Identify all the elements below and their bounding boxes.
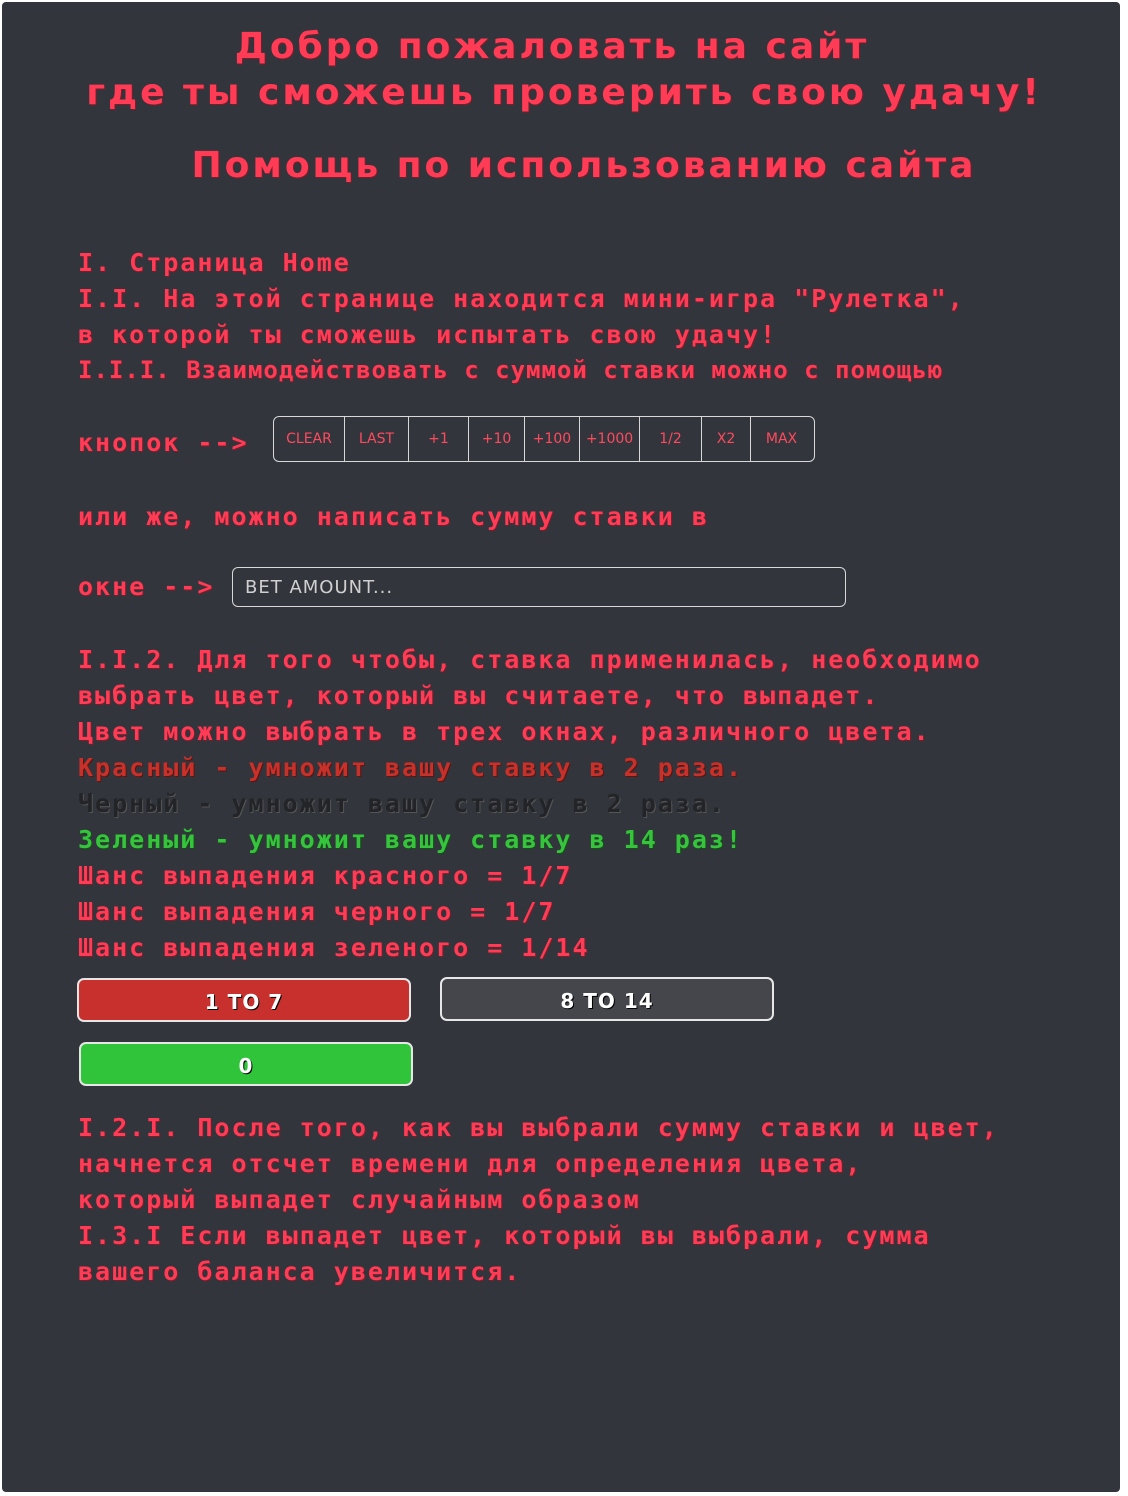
section-1-1-2-line-3: Цвет можно выбрать в трех окнах, различн… [78, 717, 931, 746]
plus-100-button[interactable]: +100 [525, 417, 580, 461]
plus-10-button[interactable]: +10 [469, 417, 525, 461]
section-1-3-1-line-2: вашего баланса увеличится. [78, 1257, 522, 1286]
green-multiplier-line: Зеленый - умножит вашу ставку в 14 раз! [78, 825, 743, 854]
bet-black-button[interactable]: 8 TO 14 [440, 977, 774, 1021]
window-prefix-label: окне --> [78, 572, 215, 601]
plus-1000-button[interactable]: +1000 [580, 417, 640, 461]
bet-amount-input[interactable] [232, 567, 846, 607]
welcome-title: Добро пожаловать на сайт [234, 26, 870, 67]
section-1-2-1-line-2: начнется отсчет времени для определения … [78, 1149, 863, 1178]
section-1-2-1-line-1: I.2.I. После того, как вы выбрали сумму … [78, 1113, 999, 1142]
black-multiplier-line: Черный - умножит вашу ставку в 2 раза. [78, 789, 726, 818]
chance-green-line: Шанс выпадения зеленого = 1/14 [78, 933, 590, 962]
section-1-2-1-line-3: который выпадет случайным образом [78, 1185, 641, 1214]
red-multiplier-line: Красный - умножит вашу ставку в 2 раза. [78, 753, 743, 782]
max-button[interactable]: MAX [751, 417, 812, 461]
bet-buttons-group: CLEAR LAST +1 +10 +100 +1000 1/2 X2 MAX [273, 416, 815, 462]
chance-red-line: Шанс выпадения красного = 1/7 [78, 861, 573, 890]
chance-black-line: Шанс выпадения черного = 1/7 [78, 897, 556, 926]
section-1-1-2-line-2: выбрать цвет, который вы считаете, что в… [78, 681, 880, 710]
section-1-1-line-1: I.I. На этой странице находится мини-игр… [78, 284, 965, 313]
half-button[interactable]: 1/2 [640, 417, 702, 461]
or-write-line: или же, можно написать сумму ставки в [78, 502, 709, 531]
bet-red-button[interactable]: 1 TO 7 [77, 978, 411, 1022]
buttons-prefix-label: кнопок --> [78, 428, 249, 457]
help-title: Помощь по использованию сайта [191, 145, 977, 186]
section-1-1-2-line-1: I.I.2. Для того чтобы, ставка применилас… [78, 645, 982, 674]
double-button[interactable]: X2 [702, 417, 751, 461]
section-1-1-line-2: в которой ты сможешь испытать свою удачу… [78, 320, 778, 349]
last-button[interactable]: LAST [345, 417, 409, 461]
section-1-3-1-line-1: I.3.I Если выпадет цвет, который вы выбр… [78, 1221, 931, 1250]
section-home-heading: I. Страница Home [78, 248, 351, 277]
welcome-subtitle: где ты сможешь проверить свою удачу! [86, 72, 1042, 113]
plus-1-button[interactable]: +1 [409, 417, 469, 461]
bet-green-button[interactable]: 0 [79, 1042, 413, 1086]
clear-button[interactable]: CLEAR [274, 417, 345, 461]
section-1-1-1-line: I.I.I. Взаимодействовать с суммой ставки… [78, 356, 944, 384]
